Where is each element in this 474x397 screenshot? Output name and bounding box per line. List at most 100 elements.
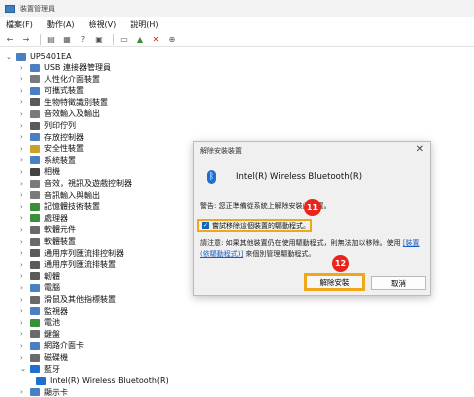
- chevron-right-icon[interactable]: ›: [20, 145, 30, 153]
- chevron-right-icon[interactable]: ›: [20, 272, 30, 280]
- tree-item[interactable]: › 顯示卡: [20, 387, 68, 397]
- tree-item[interactable]: › 軟體裝置: [20, 236, 76, 247]
- remove-x-icon[interactable]: ✕: [150, 33, 162, 45]
- tree-item[interactable]: › 通用序列匯流排裝置: [20, 259, 116, 270]
- scan-icon[interactable]: ▭: [118, 33, 130, 45]
- uninstall-button[interactable]: 解除安裝: [304, 273, 365, 291]
- tree-item[interactable]: › 處理器: [20, 213, 68, 224]
- chevron-right-icon[interactable]: ›: [20, 191, 30, 199]
- device-category-icon: [30, 202, 40, 211]
- chevron-right-icon[interactable]: ›: [20, 342, 30, 350]
- tree-item[interactable]: › 磁碟機: [20, 352, 68, 363]
- chevron-right-icon[interactable]: ›: [20, 87, 30, 95]
- tree-item[interactable]: › 電腦: [20, 282, 60, 293]
- tree-item[interactable]: › 列印佇列: [20, 120, 76, 131]
- tree-item[interactable]: › 存放控制器: [20, 132, 84, 143]
- chevron-right-icon[interactable]: ›: [20, 122, 30, 130]
- device-manager-icon: [5, 4, 15, 13]
- chevron-right-icon[interactable]: ›: [20, 238, 30, 246]
- tree-item[interactable]: › 音效輸入及輸出: [20, 108, 100, 119]
- tree-item[interactable]: › 記憶體技術裝置: [20, 201, 100, 212]
- tree-item[interactable]: › 軟體元件: [20, 224, 76, 235]
- tree-item-label: 人性化介面裝置: [44, 74, 100, 84]
- bluetooth-icon: [36, 376, 46, 385]
- tree-item-label: 音效輸入及輸出: [44, 109, 100, 119]
- chevron-right-icon[interactable]: ›: [20, 354, 30, 362]
- chevron-right-icon[interactable]: ›: [20, 388, 30, 396]
- device-category-icon: [30, 109, 40, 118]
- tree-item[interactable]: › 人性化介面裝置: [20, 74, 100, 85]
- tree-item[interactable]: › 韌體: [20, 271, 60, 282]
- device-category-icon: [30, 121, 40, 130]
- tree-item[interactable]: › 監視器: [20, 306, 68, 317]
- tree-item[interactable]: › 相機: [20, 166, 60, 177]
- tree-item[interactable]: › 生物特徵識別裝置: [20, 97, 108, 108]
- chevron-right-icon[interactable]: ›: [20, 307, 30, 315]
- note-suffix: 來個別管理驅動程式。: [243, 250, 316, 258]
- chevron-right-icon[interactable]: ›: [20, 203, 30, 211]
- cancel-button[interactable]: 取消: [371, 276, 426, 290]
- tree-item[interactable]: › 滑鼠及其他指標裝置: [20, 294, 116, 305]
- device-category-icon: [30, 295, 40, 304]
- add-device-icon[interactable]: ▲: [134, 33, 146, 45]
- menu-view[interactable]: 檢視(V): [89, 19, 117, 30]
- tree-root[interactable]: ⌄ UP5401EA: [6, 51, 72, 62]
- device-category-icon: [30, 214, 40, 223]
- tree-item-label: 藍牙: [44, 364, 60, 374]
- menu-file[interactable]: 檔案(F): [6, 19, 33, 30]
- tree-item-label: Intel(R) Wireless Bluetooth(R): [50, 376, 169, 386]
- chevron-right-icon[interactable]: ›: [20, 110, 30, 118]
- tree-root-label: UP5401EA: [30, 52, 72, 61]
- chevron-down-icon[interactable]: ⌄: [20, 365, 30, 373]
- tree-item[interactable]: › 音效，視訊及遊戲控制器: [20, 178, 132, 189]
- chevron-right-icon[interactable]: ›: [20, 64, 30, 72]
- forward-arrow-icon[interactable]: →: [20, 33, 32, 45]
- tree-item[interactable]: › 通用序列匯流排控制器: [20, 248, 124, 259]
- tree-item[interactable]: › USB 連接器管理員: [20, 62, 111, 73]
- chevron-right-icon[interactable]: ›: [20, 330, 30, 338]
- chevron-right-icon[interactable]: ›: [20, 133, 30, 141]
- chevron-right-icon[interactable]: ›: [20, 180, 30, 188]
- close-icon[interactable]: ✕: [416, 144, 424, 155]
- tree-item-bluetooth[interactable]: ⌄ 藍牙: [20, 364, 60, 375]
- uninstall-dialog: 解除安裝裝置 ✕ ᛒ Intel(R) Wireless Bluetooth(R…: [193, 141, 431, 296]
- tree-item[interactable]: › 系統裝置: [20, 155, 76, 166]
- menu-help[interactable]: 說明(H): [130, 19, 158, 30]
- remove-driver-option[interactable]: ✓ 嘗試移除這個裝置的驅動程式。: [197, 219, 312, 232]
- tree-item[interactable]: › 鍵盤: [20, 329, 60, 340]
- help-icon[interactable]: ?: [77, 33, 89, 45]
- step-marker-11: 11: [304, 199, 321, 216]
- tree-item[interactable]: › 可攜式裝置: [20, 85, 84, 96]
- chevron-down-icon[interactable]: ⌄: [6, 53, 16, 61]
- tree-item-label: 音訊輸入與輸出: [44, 190, 100, 200]
- chevron-right-icon[interactable]: ›: [20, 98, 30, 106]
- menu-action[interactable]: 動作(A): [47, 19, 75, 30]
- chevron-right-icon[interactable]: ›: [20, 261, 30, 269]
- chevron-right-icon[interactable]: ›: [20, 156, 30, 164]
- chevron-right-icon[interactable]: ›: [20, 168, 30, 176]
- download-icon[interactable]: ⊕: [166, 33, 178, 45]
- checkbox-checked-icon[interactable]: ✓: [202, 222, 209, 229]
- tree-item-label: 可攜式裝置: [44, 86, 84, 96]
- tree-icon[interactable]: ▦: [61, 33, 73, 45]
- checkbox-label: 嘗試移除這個裝置的驅動程式。: [212, 221, 310, 230]
- tree-item-label: 顯示卡: [44, 387, 68, 397]
- chevron-right-icon[interactable]: ›: [20, 249, 30, 257]
- device-category-icon: [30, 179, 40, 188]
- tree-item[interactable]: › 網路介面卡: [20, 340, 84, 351]
- chevron-right-icon[interactable]: ›: [20, 296, 30, 304]
- tree-item[interactable]: › 音訊輸入與輸出: [20, 190, 100, 201]
- tree-item-label: 安全性裝置: [44, 144, 84, 154]
- properties-icon[interactable]: ▤: [45, 33, 57, 45]
- chevron-right-icon[interactable]: ›: [20, 319, 30, 327]
- tree-item-bluetooth-device[interactable]: Intel(R) Wireless Bluetooth(R): [36, 375, 169, 386]
- tree-item[interactable]: › 電池: [20, 317, 60, 328]
- tree-item[interactable]: › 安全性裝置: [20, 143, 84, 154]
- step-marker-12: 12: [332, 255, 349, 272]
- chevron-right-icon[interactable]: ›: [20, 284, 30, 292]
- device-icon[interactable]: ▣: [93, 33, 105, 45]
- chevron-right-icon[interactable]: ›: [20, 226, 30, 234]
- chevron-right-icon[interactable]: ›: [20, 75, 30, 83]
- back-arrow-icon[interactable]: ←: [4, 33, 16, 45]
- chevron-right-icon[interactable]: ›: [20, 214, 30, 222]
